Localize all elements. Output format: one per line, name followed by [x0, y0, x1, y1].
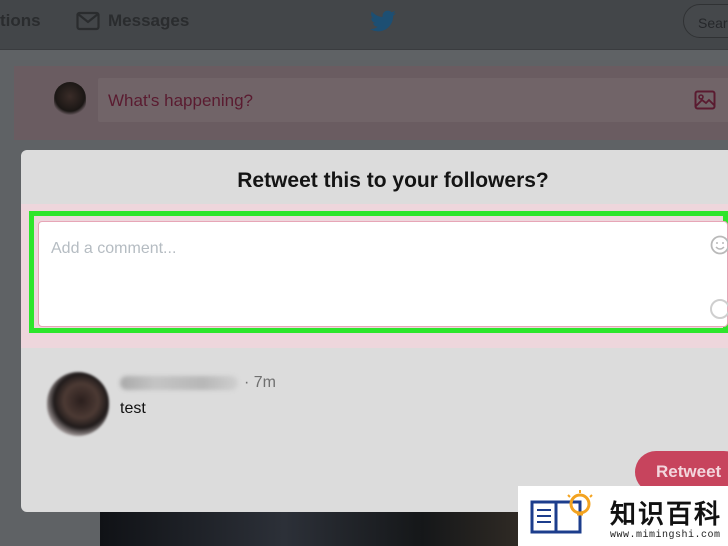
- nav-messages[interactable]: Messages: [76, 11, 189, 31]
- blurred-author-name: [120, 376, 238, 390]
- nav-notifications[interactable]: tions: [0, 11, 41, 31]
- tweet-text: test: [120, 400, 146, 417]
- tweet-author-line: · 7m: [120, 374, 276, 392]
- tweet-author-avatar[interactable]: [47, 372, 109, 436]
- watermark-url: www.mimingshi.com: [610, 530, 721, 541]
- twitter-bird-icon[interactable]: [369, 10, 397, 34]
- nav-notifications-label: tions: [0, 11, 41, 30]
- comment-input[interactable]: [38, 221, 728, 327]
- envelope-icon: [76, 11, 100, 31]
- search-label: Sear: [698, 15, 728, 31]
- nav-messages-label: Messages: [108, 11, 190, 30]
- tweet-separator: ·: [244, 374, 250, 391]
- tweet-timestamp[interactable]: 7m: [254, 374, 276, 392]
- character-counter-icon: [710, 299, 728, 319]
- compose-placeholder: What's happening?: [108, 91, 254, 110]
- book-lightbulb-logo-icon: [530, 490, 593, 534]
- watermark-title: 知识百科: [610, 500, 723, 530]
- avatar: [54, 82, 86, 118]
- dialog-title: Retweet this to your followers?: [237, 169, 549, 192]
- timeline-image-preview: [100, 510, 560, 546]
- search-input[interactable]: Sear: [683, 4, 728, 38]
- emoji-icon[interactable]: [710, 235, 728, 255]
- top-navigation-bar: tions Messages Sear: [0, 0, 728, 50]
- image-icon[interactable]: [694, 90, 716, 110]
- watermark: 知识百科 www.mimingshi.com: [518, 486, 728, 546]
